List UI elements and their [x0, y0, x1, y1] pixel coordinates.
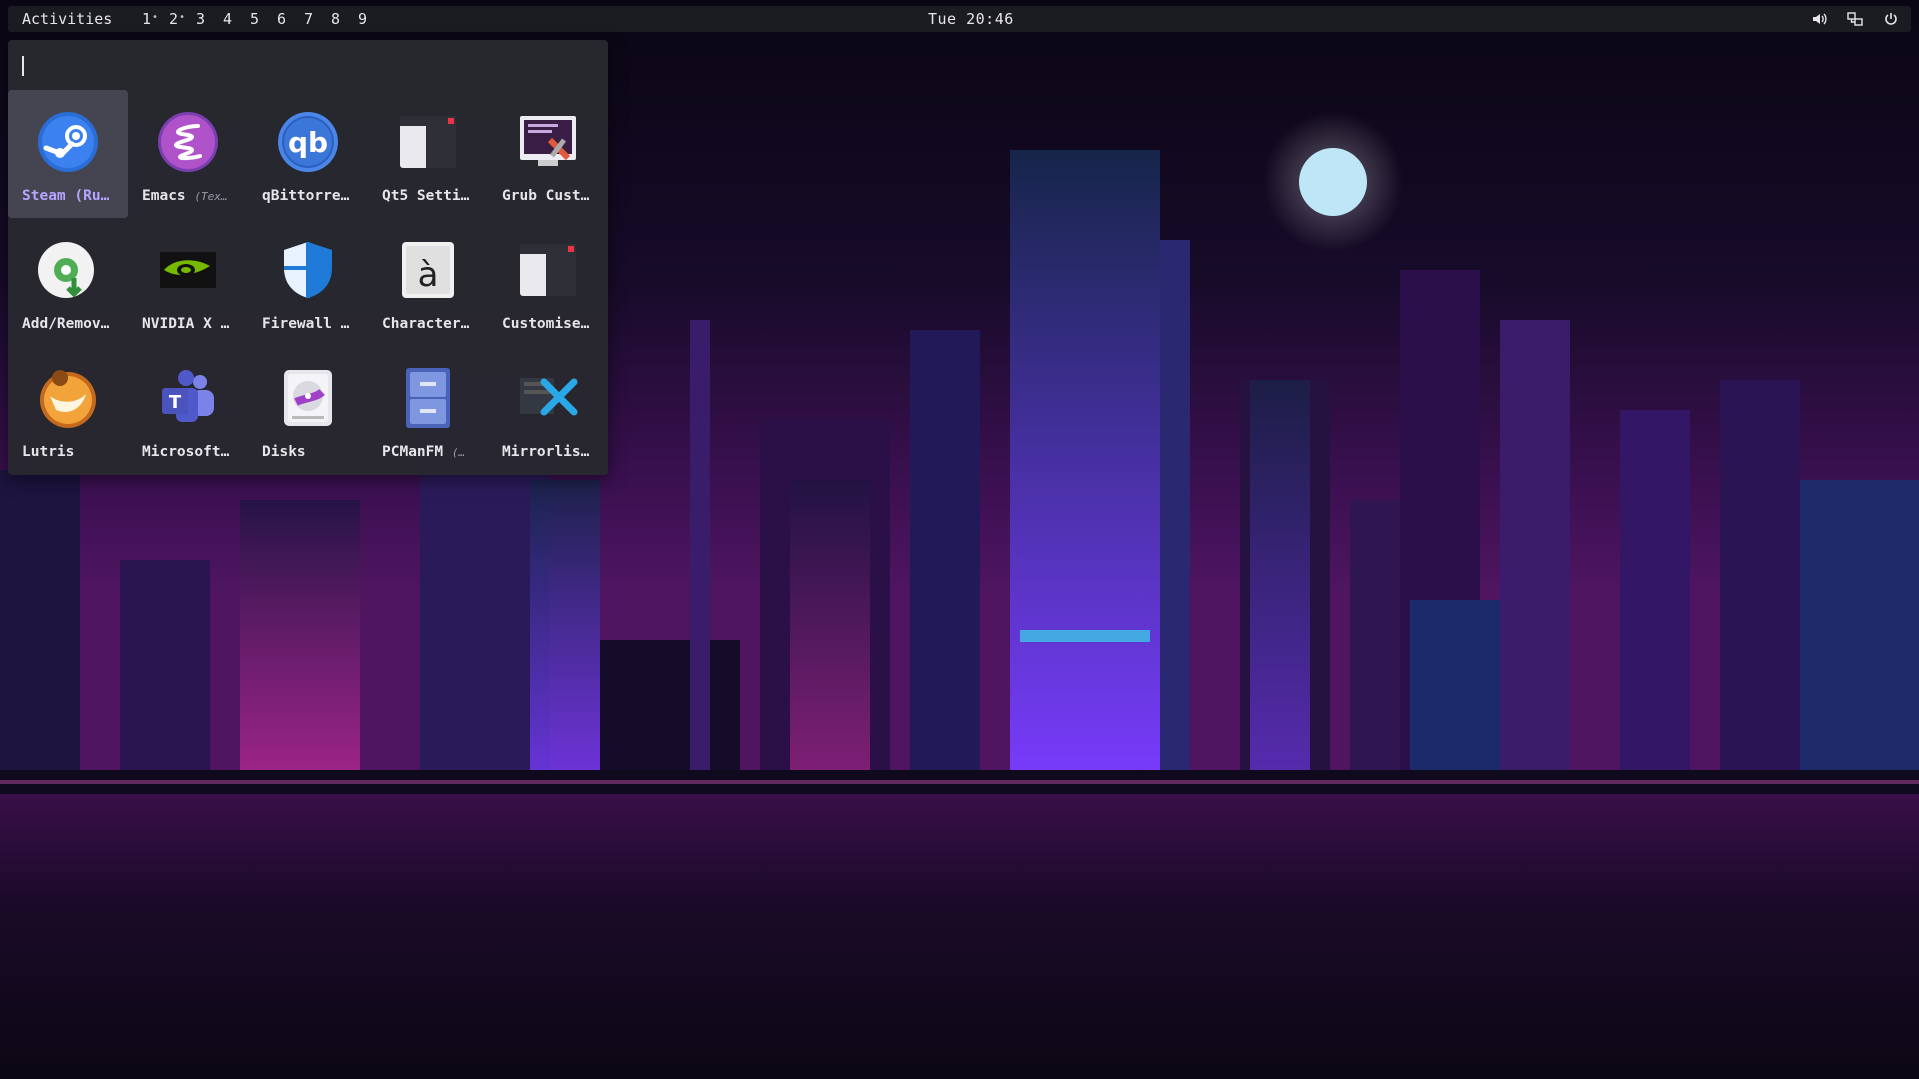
steam-icon [36, 110, 100, 174]
app-add-remove-software[interactable]: Add/Remov… [8, 218, 128, 346]
app-label-text: Grub Cust… [502, 188, 590, 204]
app-label-hint: (… [451, 446, 466, 459]
app-label: Emacs (Tex… [142, 188, 246, 204]
app-steam[interactable]: Steam (Ru… [8, 90, 128, 218]
app-label-text: Character… [382, 316, 470, 332]
svg-text:T: T [169, 392, 182, 413]
app-label: NVIDIA X … [142, 316, 246, 332]
customise-look-icon [516, 238, 580, 302]
app-character-map[interactable]: à Character… [368, 218, 488, 346]
workspace-label: 9 [358, 10, 368, 28]
app-lutris[interactable]: Lutris [8, 346, 128, 474]
workspace-7[interactable]: 7 [304, 10, 331, 28]
app-label-text: Microsoft… [142, 444, 230, 460]
app-label-text: qBittorre… [262, 188, 350, 204]
app-label-text: Qt5 Setti… [382, 188, 470, 204]
qbittorrent-icon: qb [276, 110, 340, 174]
workspace-8[interactable]: 8 [331, 10, 358, 28]
app-label: Character… [382, 316, 486, 332]
app-emacs[interactable]: Emacs (Tex… [128, 90, 248, 218]
app-label-text: Emacs [142, 188, 195, 204]
workspace-5[interactable]: 5 [250, 10, 277, 28]
workspace-4[interactable]: 4 [223, 10, 250, 28]
search-input[interactable] [20, 48, 594, 84]
clock[interactable]: Tue 20:46 [928, 10, 1014, 28]
workspace-9[interactable]: 9 [358, 10, 385, 28]
app-label: Grub Cust… [502, 188, 606, 204]
power-icon[interactable] [1881, 9, 1901, 29]
app-microsoft-teams[interactable]: T Microsoft… [128, 346, 248, 474]
workspace-label: 3 [196, 10, 206, 28]
workspace-label: 5 [250, 10, 260, 28]
emacs-icon [156, 110, 220, 174]
app-grid: Steam (Ru… Emacs (Tex… qb qBittorre… Qt5 Set… [8, 90, 608, 474]
app-customise-look[interactable]: Customise… [488, 218, 608, 346]
app-label: qBittorre… [262, 188, 366, 204]
software-install-icon [36, 238, 100, 302]
workspace-6[interactable]: 6 [277, 10, 304, 28]
workspace-label: 4 [223, 10, 233, 28]
app-mirrorlist[interactable]: Mirrorlis… [488, 346, 608, 474]
volume-icon[interactable] [1809, 9, 1829, 29]
app-label-text: Mirrorlis… [502, 444, 590, 460]
svg-text:qb: qb [288, 126, 328, 159]
workspace-switcher: 1• 2• 3 4 5 6 7 8 9 [142, 10, 385, 28]
app-label-text: NVIDIA X … [142, 316, 230, 332]
app-label: Lutris [22, 444, 126, 460]
lutris-icon [36, 366, 100, 430]
workspace-occupied-dot: • [152, 12, 159, 23]
workspace-label: 8 [331, 10, 341, 28]
app-label: Steam (Ru… [22, 188, 126, 204]
app-label-text: Customise… [502, 316, 590, 332]
firewall-shield-icon [276, 238, 340, 302]
app-disks[interactable]: Disks [248, 346, 368, 474]
workspace-1[interactable]: 1• [142, 10, 169, 28]
system-tray [1809, 9, 1901, 29]
app-nvidia-settings[interactable]: NVIDIA X … [128, 218, 248, 346]
app-label: Qt5 Setti… [382, 188, 486, 204]
workspace-2[interactable]: 2• [169, 10, 196, 28]
app-label-text: Firewall … [262, 316, 350, 332]
teams-icon: T [156, 366, 220, 430]
app-label-text: Steam (Ru… [22, 188, 110, 204]
app-label-text: PCManFM [382, 444, 452, 460]
character-map-icon: à [396, 238, 460, 302]
workspace-label: 2 [169, 10, 179, 28]
app-label: Mirrorlis… [502, 444, 606, 460]
workspace-3[interactable]: 3 [196, 10, 223, 28]
app-label-text: Disks [262, 444, 306, 460]
file-cabinet-icon [396, 366, 460, 430]
disks-icon [276, 366, 340, 430]
workspace-label: 7 [304, 10, 314, 28]
nvidia-icon [156, 238, 220, 302]
workspace-label: 6 [277, 10, 287, 28]
app-pcmanfm[interactable]: PCManFM (… [368, 346, 488, 474]
app-label-hint: (Tex… [194, 190, 228, 203]
app-launcher: Steam (Ru… Emacs (Tex… qb qBittorre… Qt5 Set… [8, 40, 608, 475]
app-label: Disks [262, 444, 366, 460]
top-bar: Activities 1• 2• 3 4 5 6 7 8 9 Tue 20:46 [8, 6, 1911, 32]
app-label: Customise… [502, 316, 606, 332]
workspace-label: 1 [142, 10, 152, 28]
app-grub-customizer[interactable]: Grub Cust… [488, 90, 608, 218]
app-qbittorrent[interactable]: qb qBittorre… [248, 90, 368, 218]
grub-customizer-icon [516, 110, 580, 174]
svg-text:à: à [418, 255, 439, 295]
activities-button[interactable]: Activities [22, 10, 112, 28]
workspace-occupied-dot: • [179, 12, 186, 23]
app-qt5-settings[interactable]: Qt5 Setti… [368, 90, 488, 218]
text-cursor [22, 56, 24, 76]
app-label: Firewall … [262, 316, 366, 332]
app-label: Add/Remov… [22, 316, 126, 332]
app-label-text: Add/Remov… [22, 316, 110, 332]
mirrorlist-tools-icon [516, 366, 580, 430]
desktop: Activities 1• 2• 3 4 5 6 7 8 9 Tue 20:46 Steam (… [0, 0, 1919, 1079]
app-label: PCManFM (… [382, 444, 486, 460]
app-label-text: Lutris [22, 444, 75, 460]
app-firewall[interactable]: Firewall … [248, 218, 368, 346]
network-icon[interactable] [1845, 9, 1865, 29]
qt5-settings-icon [396, 110, 460, 174]
app-label: Microsoft… [142, 444, 246, 460]
